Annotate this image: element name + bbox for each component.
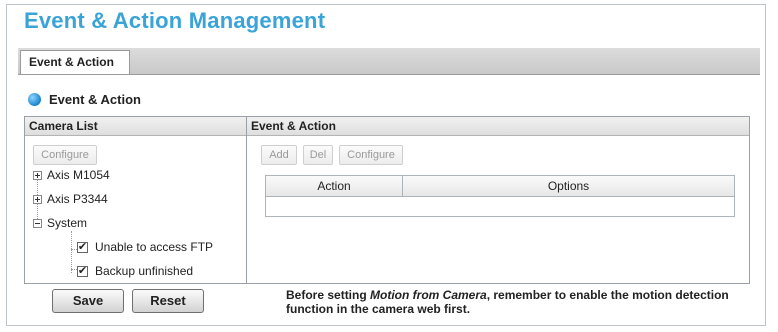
- tree-item-label: System: [47, 216, 88, 230]
- tree-item-label: Axis P3344: [47, 192, 108, 206]
- action-table: Action Options: [265, 175, 735, 217]
- camera-tree: Axis M1054 Axis P3344 System ✔ Unable to…: [33, 163, 213, 283]
- event-configure-button[interactable]: Configure: [339, 145, 403, 165]
- section-title: Event & Action: [28, 92, 141, 107]
- reset-button[interactable]: Reset: [132, 289, 204, 313]
- section-title-label: Event & Action: [49, 92, 141, 107]
- checkbox-checked[interactable]: ✔: [77, 265, 88, 277]
- tree-item-label: Unable to access FTP: [95, 240, 214, 254]
- del-button[interactable]: Del: [303, 145, 333, 165]
- page-title: Event & Action Management: [24, 8, 326, 33]
- table-header: Action Options: [266, 176, 734, 197]
- blue-dot-icon: [28, 93, 41, 106]
- help-note: Before setting Motion from Camera, remem…: [286, 288, 756, 316]
- tab-event-action[interactable]: Event & Action: [20, 50, 130, 74]
- event-action-panel: Event & Action Add Del Configure Action …: [247, 117, 749, 283]
- event-action-header: Event & Action: [247, 117, 749, 136]
- tree-item-axis-m1054[interactable]: Axis M1054: [33, 163, 213, 187]
- note-prefix: Before setting: [286, 288, 371, 302]
- tree-item-system[interactable]: System: [33, 211, 213, 235]
- content-panels: Camera List Configure Axis M1054 Axis P3…: [24, 116, 750, 284]
- tree-item-backup-unfinished[interactable]: ✔ Backup unfinished: [33, 259, 213, 283]
- column-header-action[interactable]: Action: [266, 176, 403, 196]
- column-header-options[interactable]: Options: [403, 176, 734, 196]
- tree-item-label: Backup unfinished: [95, 264, 194, 278]
- expand-plus-icon[interactable]: [33, 194, 42, 204]
- tab-bar: Event & Action: [18, 48, 760, 75]
- expand-plus-icon[interactable]: [33, 170, 42, 180]
- tree-item-axis-p3344[interactable]: Axis P3344: [33, 187, 213, 211]
- checkbox-checked[interactable]: ✔: [77, 241, 88, 253]
- tree-item-unable-ftp[interactable]: ✔ Unable to access FTP: [33, 235, 213, 259]
- add-button[interactable]: Add: [261, 145, 297, 165]
- camera-configure-button[interactable]: Configure: [33, 145, 97, 165]
- save-button[interactable]: Save: [52, 289, 124, 313]
- note-emphasis: Motion from Camera: [370, 288, 487, 302]
- tree-item-label: Axis M1054: [47, 168, 110, 182]
- collapse-minus-icon[interactable]: [33, 218, 42, 228]
- camera-list-panel: Camera List Configure Axis M1054 Axis P3…: [25, 117, 247, 283]
- camera-list-header: Camera List: [25, 117, 246, 136]
